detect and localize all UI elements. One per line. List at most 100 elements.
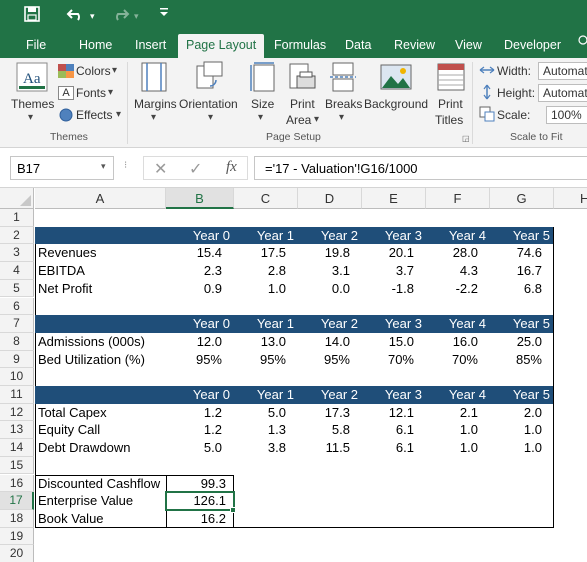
value-cell[interactable]: 6.8 — [490, 280, 542, 298]
value-cell[interactable]: 70% — [362, 351, 414, 369]
year-header-cell[interactable]: Year 3 — [362, 386, 422, 404]
row-header-16[interactable]: 16 — [0, 474, 34, 493]
background-label[interactable]: Background — [364, 97, 428, 111]
undo-dropdown-icon[interactable]: ▾ — [90, 6, 95, 26]
orientation-dropdown-icon[interactable]: ▾ — [208, 112, 213, 123]
value-cell[interactable]: 74.6 — [490, 244, 542, 262]
height-field[interactable]: Automatic — [538, 84, 587, 102]
value-cell[interactable]: 1.0 — [426, 439, 478, 457]
row-header-10[interactable]: 10 — [0, 368, 34, 386]
row-label-cell[interactable]: Net Profit — [38, 280, 166, 298]
value-cell[interactable]: 2.0 — [490, 404, 542, 422]
row-header-2[interactable]: 2 — [0, 226, 34, 245]
value-cell[interactable]: 2.1 — [426, 404, 478, 422]
year-header-cell[interactable]: Year 4 — [426, 315, 486, 333]
column-header-h[interactable]: H — [554, 188, 587, 209]
value-cell[interactable]: 85% — [490, 351, 542, 369]
undo-icon[interactable] — [66, 6, 86, 28]
year-header-cell[interactable]: Year 1 — [234, 227, 294, 245]
orientation-icon[interactable] — [194, 60, 226, 97]
tab-insert[interactable]: Insert — [135, 34, 166, 58]
print-area-icon[interactable] — [287, 62, 317, 97]
name-box[interactable]: B17 ▾ — [10, 156, 114, 180]
formula-input[interactable]: ='17 - Valuation'!G16/1000 — [254, 156, 587, 180]
value-cell[interactable]: 15.4 — [166, 244, 222, 262]
value-cell[interactable]: 12.0 — [166, 333, 222, 351]
fonts-label[interactable]: Fonts — [76, 86, 106, 100]
size-dropdown-icon[interactable]: ▾ — [258, 112, 263, 123]
breaks-icon[interactable] — [330, 62, 356, 97]
year-header-cell[interactable]: Year 0 — [166, 227, 230, 245]
tab-developer[interactable]: Developer — [504, 34, 561, 58]
row-header-13[interactable]: 13 — [0, 421, 34, 440]
tab-review[interactable]: Review — [394, 34, 435, 58]
valuation-label-cell[interactable]: Book Value — [38, 510, 166, 528]
fill-handle[interactable] — [230, 506, 236, 513]
row-header-14[interactable]: 14 — [0, 439, 34, 457]
value-cell[interactable]: 16.7 — [490, 262, 542, 280]
customize-qat-icon[interactable] — [160, 5, 168, 25]
background-icon[interactable] — [380, 62, 412, 97]
column-header-g[interactable]: G — [490, 188, 554, 209]
cancel-icon[interactable]: ✕ — [154, 159, 167, 179]
row-label-cell[interactable]: Total Capex — [38, 404, 166, 422]
effects-dropdown-icon[interactable]: ▾ — [116, 109, 121, 120]
colors-dropdown-icon[interactable]: ▾ — [112, 65, 117, 76]
row-header-12[interactable]: 12 — [0, 403, 34, 422]
row-label-cell[interactable]: Bed Utilization (%) — [38, 351, 166, 369]
row-label-cell[interactable]: Debt Drawdown — [38, 439, 166, 457]
row-header-3[interactable]: 3 — [0, 244, 34, 263]
value-cell[interactable]: 1.0 — [490, 421, 542, 439]
year-header-cell[interactable]: Year 5 — [490, 386, 550, 404]
row-header-7[interactable]: 7 — [0, 315, 34, 333]
effects-label[interactable]: Effects — [76, 108, 112, 122]
year-header-cell[interactable]: Year 3 — [362, 315, 422, 333]
row-header-5[interactable]: 5 — [0, 279, 34, 298]
value-cell[interactable]: 1.2 — [166, 404, 222, 422]
valuation-value-cell[interactable]: 126.1 — [166, 492, 226, 510]
value-cell[interactable]: 3.7 — [362, 262, 414, 280]
year-header-cell[interactable]: Year 0 — [166, 315, 230, 333]
row-label-cell[interactable]: Revenues — [38, 244, 166, 262]
column-header-f[interactable]: F — [426, 188, 490, 209]
tab-data[interactable]: Data — [345, 34, 371, 58]
valuation-value-cell[interactable]: 99.3 — [166, 475, 226, 493]
year-header-cell[interactable]: Year 2 — [298, 227, 358, 245]
value-cell[interactable]: 3.8 — [234, 439, 286, 457]
row-header-1[interactable]: 1 — [0, 209, 34, 227]
margins-label[interactable]: Margins — [134, 97, 177, 111]
value-cell[interactable]: 1.0 — [426, 421, 478, 439]
row-header-19[interactable]: 19 — [0, 527, 34, 546]
themes-icon[interactable]: Aa — [16, 62, 48, 97]
value-cell[interactable]: 17.3 — [298, 404, 350, 422]
fonts-dropdown-icon[interactable]: ▾ — [108, 87, 113, 98]
row-label-cell[interactable]: Equity Call — [38, 421, 166, 439]
column-header-d[interactable]: D — [298, 188, 362, 209]
row-header-8[interactable]: 8 — [0, 332, 34, 351]
themes-dropdown-icon[interactable]: ▾ — [28, 112, 33, 123]
year-header-cell[interactable]: Year 3 — [362, 227, 422, 245]
value-cell[interactable]: 12.1 — [362, 404, 414, 422]
tab-formulas[interactable]: Formulas — [274, 34, 326, 58]
tab-home[interactable]: Home — [79, 34, 112, 58]
value-cell[interactable]: 5.8 — [298, 421, 350, 439]
redo-dropdown-icon[interactable]: ▾ — [134, 6, 139, 26]
valuation-label-cell[interactable]: Enterprise Value — [38, 492, 166, 510]
lightbulb-icon[interactable] — [578, 34, 587, 58]
value-cell[interactable]: 19.8 — [298, 244, 350, 262]
scale-field[interactable]: 100% — [546, 106, 587, 124]
row-label-cell[interactable]: Admissions (000s) — [38, 333, 166, 351]
save-icon[interactable] — [24, 6, 40, 28]
value-cell[interactable]: 28.0 — [426, 244, 478, 262]
value-cell[interactable]: 0.9 — [166, 280, 222, 298]
year-header-cell[interactable]: Year 2 — [298, 386, 358, 404]
colors-label[interactable]: Colors — [76, 64, 111, 78]
row-label-cell[interactable]: EBITDA — [38, 262, 166, 280]
insert-function-icon[interactable]: fx — [226, 159, 237, 176]
value-cell[interactable]: 16.0 — [426, 333, 478, 351]
size-label[interactable]: Size — [251, 97, 274, 111]
value-cell[interactable]: 3.1 — [298, 262, 350, 280]
value-cell[interactable]: 13.0 — [234, 333, 286, 351]
breaks-label[interactable]: Breaks — [325, 97, 362, 111]
value-cell[interactable]: 1.3 — [234, 421, 286, 439]
